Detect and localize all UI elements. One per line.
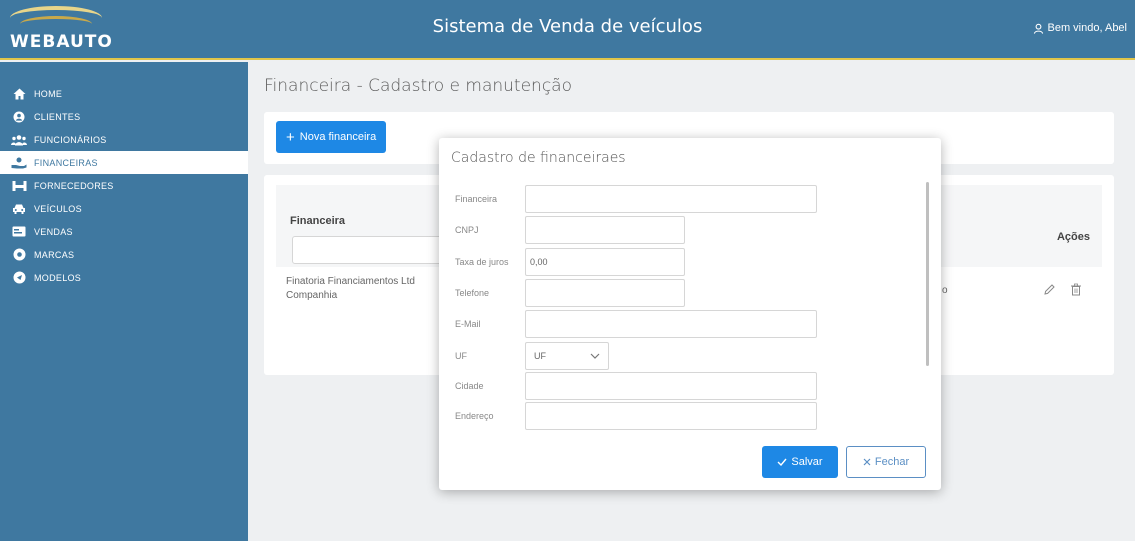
- taxa-field[interactable]: 0,00: [525, 248, 685, 276]
- cadastro-dialog: Cadastro de financeiraes Financeira CNPJ…: [439, 138, 941, 490]
- user-icon: [1033, 23, 1043, 34]
- form-row-telefone: Telefone: [455, 279, 685, 307]
- sidebar-item-label: FUNCIONÁRIOS: [34, 134, 107, 145]
- column-header-financeira[interactable]: Financeira: [290, 215, 345, 227]
- group-icon: [10, 134, 28, 146]
- home-icon: [10, 88, 28, 100]
- table-row[interactable]: Finatoria Financiamentos Ltd Companhia: [286, 275, 436, 303]
- taxa-label: Taxa de juros: [455, 257, 509, 267]
- save-button[interactable]: Salvar: [762, 446, 838, 478]
- delete-icon[interactable]: [1070, 283, 1082, 299]
- cnpj-label: CNPJ: [455, 225, 479, 235]
- dialog-scrollbar[interactable]: [926, 182, 929, 366]
- sidebar-item-clientes[interactable]: CLIENTES: [0, 105, 248, 128]
- close-label: Fechar: [874, 456, 910, 468]
- financeira-field[interactable]: [525, 185, 817, 213]
- financeira-label: Financeira: [455, 194, 498, 204]
- sidebar-item-veiculos[interactable]: VEÍCULOS: [0, 197, 248, 220]
- sidebar-item-label: CLIENTES: [34, 111, 81, 122]
- cnpj-field[interactable]: [525, 216, 685, 244]
- sidebar-item-label: VENDAS: [34, 226, 73, 237]
- sidebar-item-modelos[interactable]: MODELOS: [0, 266, 248, 289]
- row-actions: [1043, 283, 1082, 299]
- column-header-acoes: Ações: [1056, 231, 1090, 243]
- sidebar: HOME CLIENTES FUNCIONÁRIOS FINANCEIRAS F…: [0, 62, 248, 541]
- email-label: E-Mail: [455, 319, 481, 329]
- close-icon: [863, 458, 871, 466]
- cidade-field[interactable]: [525, 372, 817, 400]
- dialog-title: Cadastro de financeiraes: [451, 150, 626, 166]
- plus-icon: +: [286, 128, 295, 146]
- save-label: Salvar: [791, 456, 823, 468]
- uf-select-value: UF: [534, 351, 546, 361]
- endereco-label: Endereço: [455, 411, 494, 421]
- table-cell: o: [942, 285, 948, 296]
- app-title: Sistema de Venda de veículos: [432, 16, 703, 37]
- money-hand-icon: [10, 157, 28, 169]
- sidebar-item-label: FORNECEDORES: [34, 180, 114, 191]
- model-icon: [10, 271, 28, 284]
- form-row-cnpj: CNPJ: [455, 216, 685, 244]
- form-row-uf: UF UF: [455, 342, 609, 370]
- sidebar-item-financeiras[interactable]: FINANCEIRAS: [0, 151, 248, 174]
- chevron-down-icon: [590, 353, 600, 359]
- sidebar-item-label: MARCAS: [34, 249, 75, 260]
- form-row-taxa: Taxa de juros 0,00: [455, 248, 685, 276]
- car-icon: [10, 203, 28, 215]
- welcome-text: Bem vindo, Abel: [1047, 22, 1128, 34]
- uf-label: UF: [455, 351, 467, 361]
- sidebar-item-funcionarios[interactable]: FUNCIONÁRIOS: [0, 128, 248, 151]
- welcome-user[interactable]: Bem vindo, Abel: [1033, 22, 1128, 34]
- email-field[interactable]: [525, 310, 817, 338]
- form-row-email: E-Mail: [455, 310, 817, 338]
- person-icon: [10, 111, 28, 123]
- page-title: Financeira - Cadastro e manutenção: [264, 76, 573, 96]
- endereco-field[interactable]: [525, 402, 817, 430]
- form-row-cidade: Cidade: [455, 372, 817, 400]
- telefone-label: Telefone: [455, 288, 490, 298]
- edit-icon[interactable]: [1043, 283, 1056, 299]
- tag-icon: [10, 248, 28, 261]
- sidebar-item-label: HOME: [34, 88, 63, 99]
- new-financeira-label: Nova financeira: [299, 131, 377, 143]
- truck-icon: [10, 180, 28, 192]
- form-row-endereco: Endereço: [455, 402, 817, 430]
- uf-select[interactable]: UF: [525, 342, 609, 370]
- new-financeira-button[interactable]: + Nova financeira: [276, 121, 387, 153]
- sidebar-item-label: VEÍCULOS: [34, 203, 82, 214]
- sidebar-item-home[interactable]: HOME: [0, 82, 248, 105]
- cidade-label: Cidade: [455, 381, 484, 391]
- check-icon: [777, 458, 787, 466]
- sidebar-item-label: MODELOS: [34, 272, 82, 283]
- sidebar-item-label: FINANCEIRAS: [34, 157, 98, 168]
- financeira-filter-input[interactable]: [292, 236, 442, 264]
- sidebar-item-marcas[interactable]: MARCAS: [0, 243, 248, 266]
- form-row-financeira: Financeira: [455, 185, 817, 213]
- card-icon: [10, 226, 28, 237]
- top-header: WEBAUTO Sistema de Venda de veículos Bem…: [0, 0, 1135, 60]
- sidebar-item-vendas[interactable]: VENDAS: [0, 220, 248, 243]
- close-button[interactable]: Fechar: [846, 446, 926, 478]
- telefone-field[interactable]: [525, 279, 685, 307]
- sidebar-item-fornecedores[interactable]: FORNECEDORES: [0, 174, 248, 197]
